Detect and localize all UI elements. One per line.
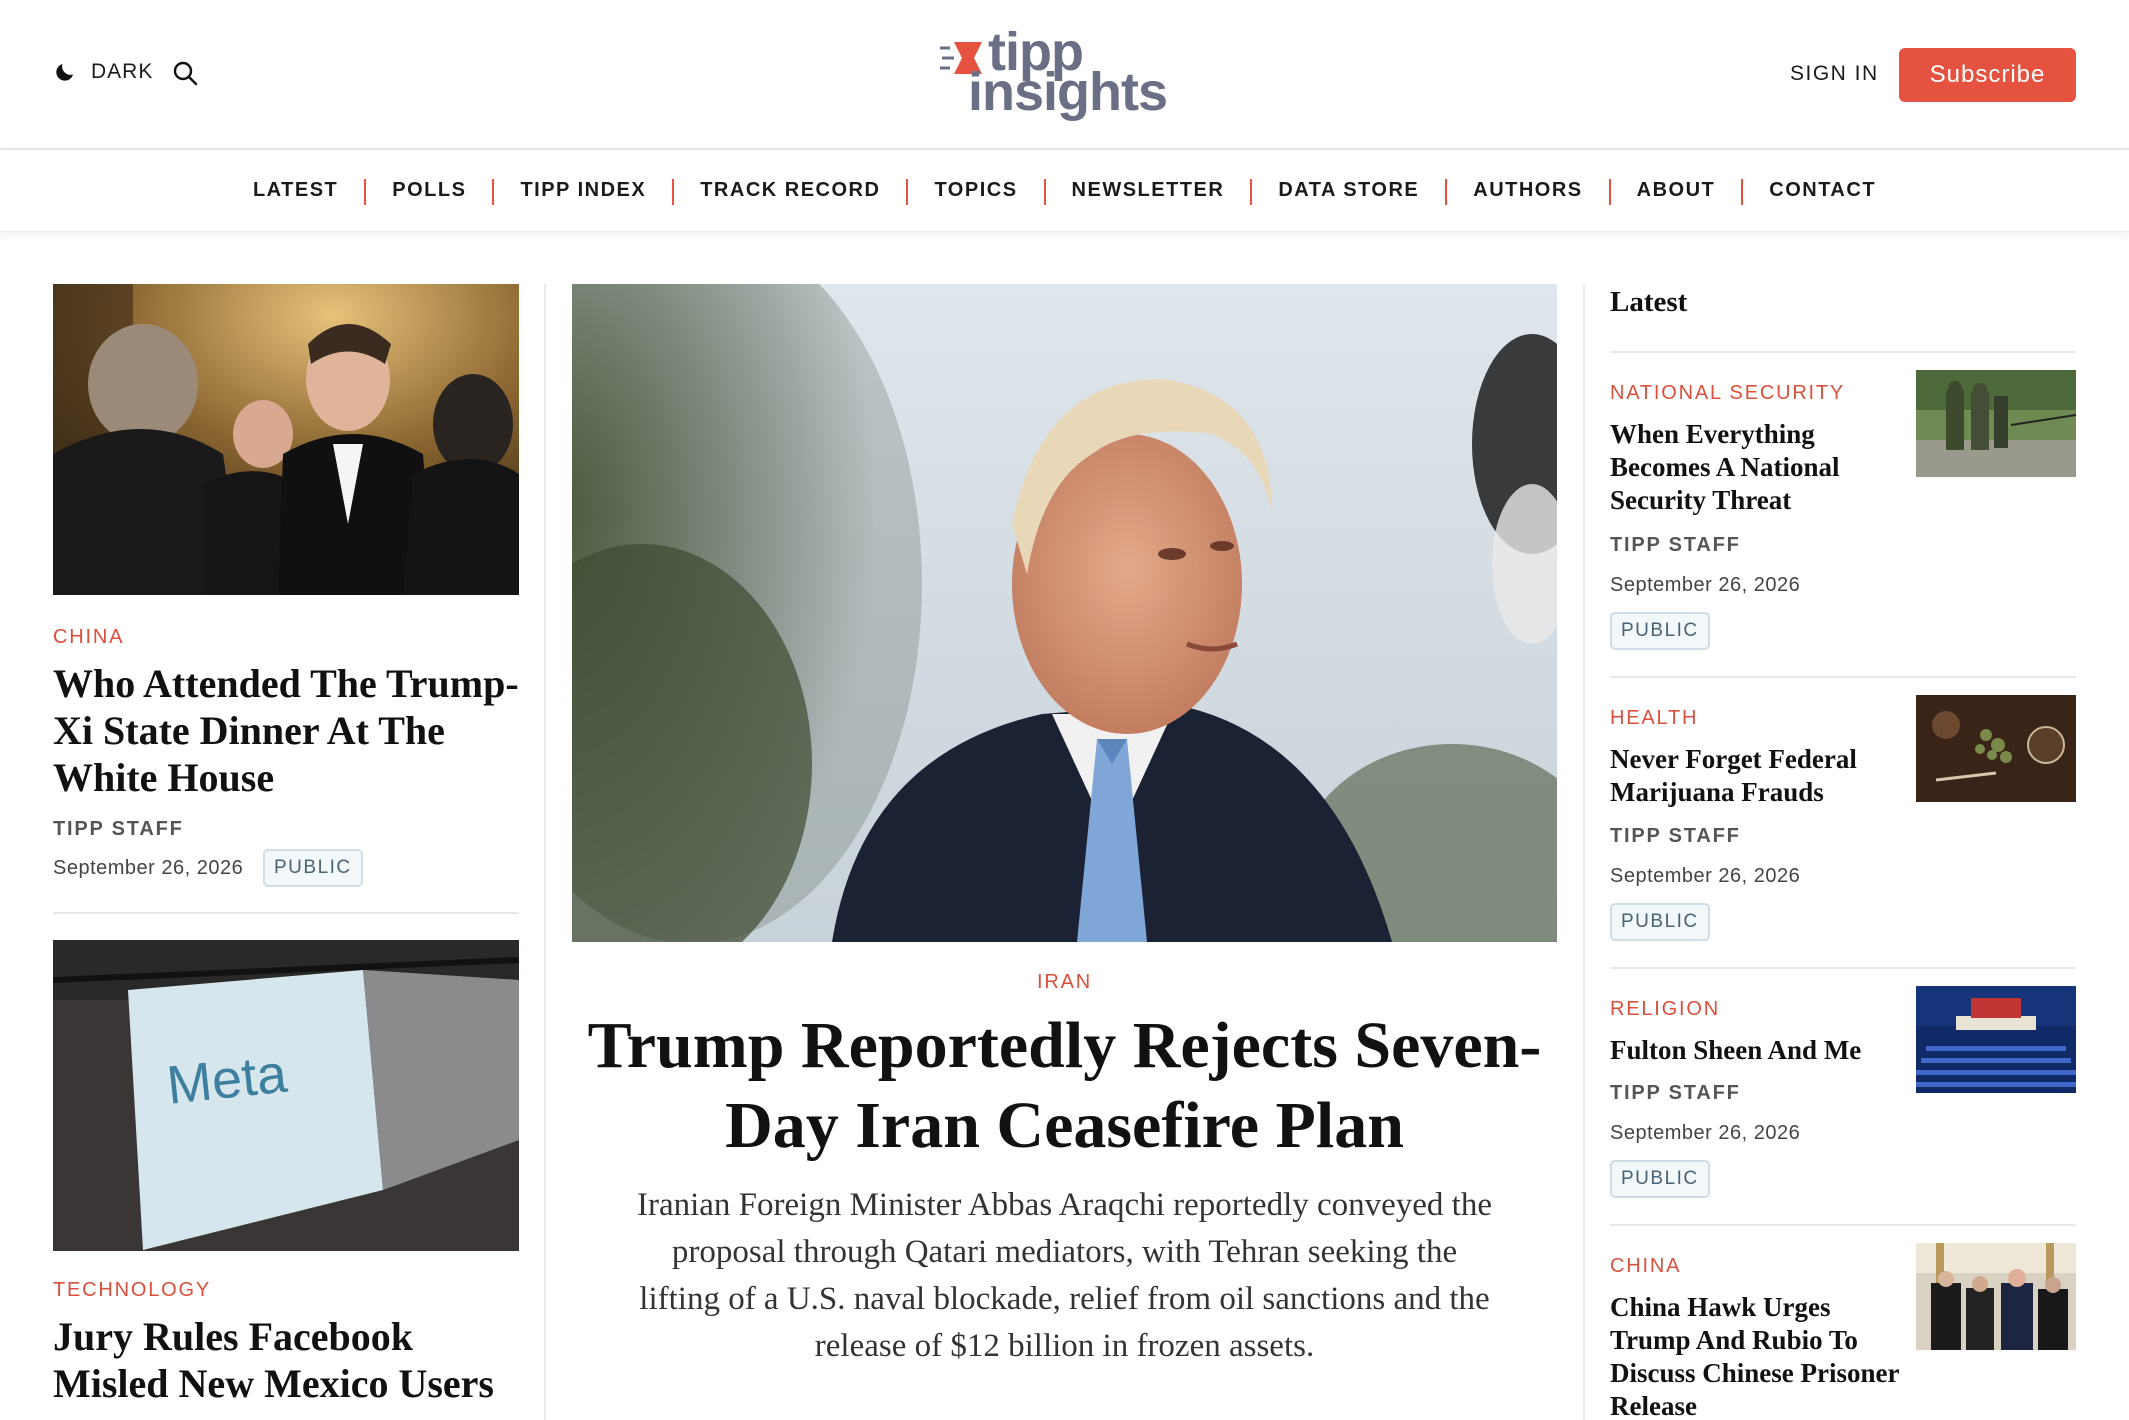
story-title[interactable]: Jury Rules Facebook Misled New Mexico Us… [53, 1313, 533, 1407]
nav-newsletter[interactable]: NEWSLETTER [1043, 179, 1252, 205]
latest-date: September 26, 2026 [1610, 1122, 1801, 1144]
latest-kicker[interactable]: CHINA [1610, 1255, 1681, 1278]
sign-in-link[interactable]: SIGN IN [1790, 62, 1879, 86]
divider [53, 912, 519, 914]
latest-thumbnail[interactable] [1916, 986, 2076, 1093]
hero-title[interactable]: Trump Reportedly Rejects Seven-Day Iran … [572, 1006, 1557, 1166]
nav-polls[interactable]: POLLS [364, 179, 493, 205]
subscribe-button[interactable]: Subscribe [1899, 48, 2076, 102]
nav-data-store[interactable]: DATA STORE [1250, 179, 1446, 205]
hero-image[interactable] [572, 284, 1557, 942]
main-nav: LATEST POLLS TIPP INDEX TRACK RECORD TOP… [0, 150, 2129, 232]
story-image-meta[interactable]: Meta [53, 940, 519, 1251]
moon-icon [56, 64, 73, 81]
latest-title[interactable]: When Everything Becomes A National Secur… [1610, 418, 1900, 517]
story-title[interactable]: Who Attended The Trump-Xi State Dinner A… [53, 660, 523, 801]
divider [1610, 351, 2076, 353]
latest-title[interactable]: China Hawk Urges Trump And Rubio To Disc… [1610, 1291, 1900, 1420]
latest-kicker[interactable]: HEALTH [1610, 707, 1698, 730]
latest-byline[interactable]: TIPP STAFF [1610, 1082, 1741, 1105]
public-badge: PUBLIC [1610, 903, 1710, 941]
divider [1610, 967, 2076, 969]
latest-kicker[interactable]: RELIGION [1610, 998, 1720, 1021]
nav-about[interactable]: ABOUT [1608, 179, 1743, 205]
public-badge: PUBLIC [263, 849, 363, 887]
nav-topics[interactable]: TOPICS [906, 179, 1044, 205]
latest-thumbnail[interactable] [1916, 695, 2076, 802]
story-date: September 26, 2026 [53, 857, 244, 879]
column-divider [544, 284, 546, 1420]
column-divider [1583, 284, 1585, 1420]
site-header: DARK tipp insights SIGN IN Subscribe [0, 0, 2129, 150]
hero-kicker[interactable]: IRAN [572, 971, 1557, 994]
latest-byline[interactable]: TIPP STAFF [1610, 534, 1741, 557]
latest-date: September 26, 2026 [1610, 574, 1801, 596]
latest-kicker[interactable]: NATIONAL SECURITY [1610, 382, 1845, 405]
hero-dek: Iranian Foreign Minister Abbas Araqchi r… [636, 1187, 1492, 1364]
public-badge: PUBLIC [1610, 1160, 1710, 1198]
latest-thumbnail[interactable] [1916, 370, 2076, 477]
public-badge: PUBLIC [1610, 612, 1710, 650]
latest-byline[interactable]: TIPP STAFF [1610, 825, 1741, 848]
story-byline[interactable]: TIPP STAFF [53, 818, 184, 841]
nav-tipp-index[interactable]: TIPP INDEX [492, 179, 673, 205]
latest-title[interactable]: Never Forget Federal Marijuana Frauds [1610, 743, 1900, 809]
latest-title[interactable]: Fulton Sheen And Me [1610, 1034, 1900, 1067]
story-kicker[interactable]: TECHNOLOGY [53, 1279, 211, 1302]
story-image-state-dinner[interactable] [53, 284, 519, 595]
divider [1610, 1224, 2076, 1226]
logo-text-bottom: insights [968, 62, 1168, 122]
latest-heading: Latest [1610, 286, 1688, 318]
nav-track-record[interactable]: TRACK RECORD [672, 179, 907, 205]
nav-authors[interactable]: AUTHORS [1445, 179, 1609, 205]
divider [1610, 676, 2076, 678]
story-kicker[interactable]: CHINA [53, 626, 124, 649]
latest-date: September 26, 2026 [1610, 865, 1801, 887]
search-icon[interactable] [172, 60, 198, 86]
meta-logo-text: Meta [164, 1043, 291, 1115]
dark-mode-label: DARK [91, 60, 154, 83]
latest-thumbnail[interactable] [1916, 1243, 2076, 1350]
dark-mode-toggle[interactable]: DARK [53, 60, 153, 84]
site-logo[interactable]: tipp insights [940, 22, 1200, 123]
nav-latest[interactable]: LATEST [226, 179, 365, 202]
nav-contact[interactable]: CONTACT [1741, 179, 1903, 205]
